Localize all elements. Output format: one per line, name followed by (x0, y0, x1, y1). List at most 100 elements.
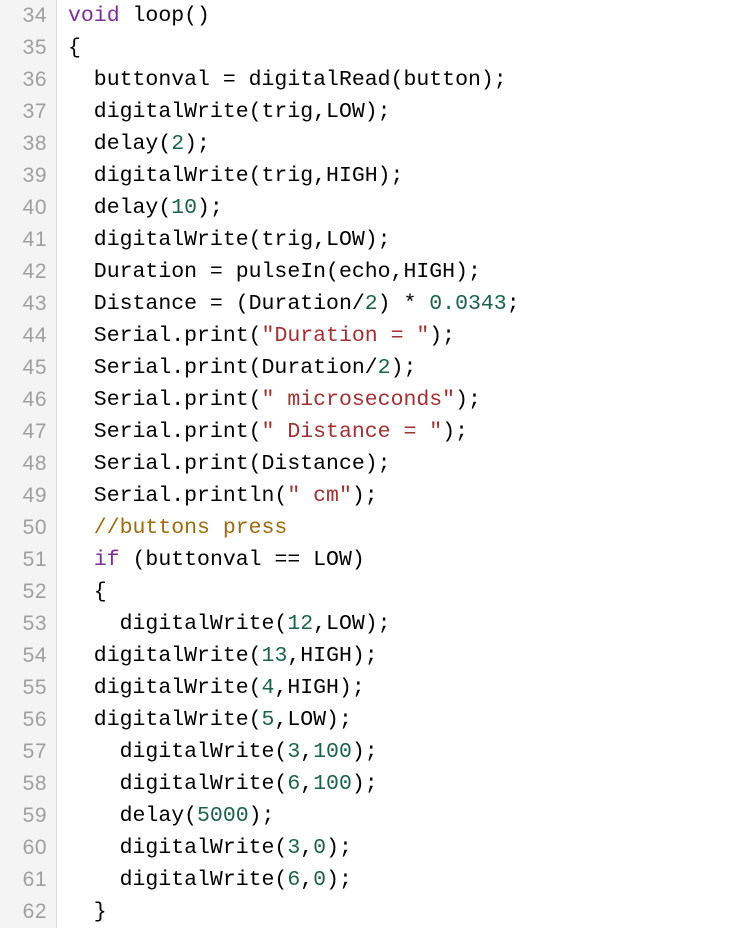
code-text[interactable]: Serial.print(Duration/2); (57, 352, 750, 384)
code-line[interactable]: 46 Serial.print(" microseconds"); (0, 384, 750, 416)
code-text[interactable]: Distance = (Duration/2) * 0.0343; (57, 288, 750, 320)
code-text[interactable]: delay(2); (57, 128, 750, 160)
code-text[interactable]: Serial.print(Distance); (57, 448, 750, 480)
token-plain: delay( (68, 196, 172, 220)
line-number: 42 (0, 256, 57, 288)
code-text[interactable]: Duration = pulseIn(echo,HIGH); (57, 256, 750, 288)
token-plain: { (68, 580, 107, 604)
token-string: " microseconds" (261, 388, 456, 412)
code-line[interactable]: 47 Serial.print(" Distance = "); (0, 416, 750, 448)
line-number: 56 (0, 704, 57, 736)
line-number: 62 (0, 896, 57, 928)
code-line[interactable]: 44 Serial.print("Duration = "); (0, 320, 750, 352)
line-number: 53 (0, 608, 57, 640)
token-plain: Duration = pulseIn(echo,HIGH); (68, 260, 481, 284)
code-line[interactable]: 40 delay(10); (0, 192, 750, 224)
token-plain: Serial.print( (68, 420, 262, 444)
code-line[interactable]: 59 delay(5000); (0, 800, 750, 832)
token-plain: } (68, 900, 107, 924)
code-line[interactable]: 34 void loop() (0, 0, 750, 32)
code-line[interactable]: 37 digitalWrite(trig,LOW); (0, 96, 750, 128)
code-text[interactable]: digitalWrite(trig,LOW); (57, 96, 750, 128)
code-line[interactable]: 42 Duration = pulseIn(echo,HIGH); (0, 256, 750, 288)
code-line[interactable]: 48 Serial.print(Distance); (0, 448, 750, 480)
code-text[interactable]: digitalWrite(6,100); (57, 768, 750, 800)
code-line[interactable]: 39 digitalWrite(trig,HIGH); (0, 160, 750, 192)
token-plain: delay( (68, 804, 198, 828)
code-line[interactable]: 41 digitalWrite(trig,LOW); (0, 224, 750, 256)
code-text[interactable]: { (57, 576, 750, 608)
token-plain: ) * (377, 292, 430, 316)
code-text[interactable]: digitalWrite(12,LOW); (57, 608, 750, 640)
token-plain: Serial.print( (68, 324, 262, 348)
code-line[interactable]: 55 digitalWrite(4,HIGH); (0, 672, 750, 704)
token-plain: digitalWrite( (68, 612, 288, 636)
code-line[interactable]: 57 digitalWrite(3,100); (0, 736, 750, 768)
code-text[interactable]: Serial.print(" microseconds"); (57, 384, 750, 416)
code-text[interactable]: //buttons press (57, 512, 750, 544)
line-number: 58 (0, 768, 57, 800)
token-string: " cm" (287, 484, 352, 508)
code-text[interactable]: { (57, 32, 750, 64)
token-plain: ); (326, 868, 352, 892)
token-plain: { (68, 36, 81, 60)
code-line[interactable]: 43 Distance = (Duration/2) * 0.0343; (0, 288, 750, 320)
line-number: 54 (0, 640, 57, 672)
code-text[interactable]: Serial.print(" Distance = "); (57, 416, 750, 448)
token-number: 12 (287, 612, 314, 636)
code-line[interactable]: 56 digitalWrite(5,LOW); (0, 704, 750, 736)
code-text[interactable]: digitalWrite(3,100); (57, 736, 750, 768)
code-editor[interactable]: 34 void loop() 35 {36 buttonval = digitalRe… (0, 0, 750, 932)
code-text[interactable]: digitalWrite(5,LOW); (57, 704, 750, 736)
code-text[interactable]: digitalWrite(13,HIGH); (57, 640, 750, 672)
code-line[interactable]: 50 //buttons press (0, 512, 750, 544)
code-text[interactable]: if (buttonval == LOW) (57, 544, 750, 576)
code-text[interactable]: buttonval = digitalRead(button); (57, 64, 750, 96)
token-number: 10 (171, 196, 198, 220)
token-plain: Serial.println( (68, 484, 288, 508)
code-text[interactable]: Serial.print("Duration = "); (57, 320, 750, 352)
code-line[interactable]: 58 digitalWrite(6,100); (0, 768, 750, 800)
code-line[interactable]: 38 delay(2); (0, 128, 750, 160)
code-text[interactable]: digitalWrite(6,0); (57, 864, 750, 896)
code-line[interactable]: 53 digitalWrite(12,LOW); (0, 608, 750, 640)
token-number: 0.0343 (429, 292, 507, 316)
line-number: 61 (0, 864, 57, 896)
token-plain: loop() (119, 4, 210, 28)
code-text[interactable]: delay(5000); (57, 800, 750, 832)
token-plain: Serial.print(Duration/ (68, 356, 378, 380)
line-number: 35 (0, 32, 57, 64)
token-plain: , (300, 836, 314, 860)
code-line[interactable]: 52 { (0, 576, 750, 608)
token-number: 13 (261, 644, 288, 668)
code-line[interactable]: 36 buttonval = digitalRead(button); (0, 64, 750, 96)
code-text[interactable]: digitalWrite(4,HIGH); (57, 672, 750, 704)
token-plain: buttonval = digitalRead(button); (68, 68, 507, 92)
code-line[interactable]: 35 { (0, 32, 750, 64)
token-number: 5 (261, 708, 275, 732)
token-plain: Distance = (Duration/ (68, 292, 365, 316)
code-line[interactable]: 49 Serial.println(" cm"); (0, 480, 750, 512)
code-text[interactable]: Serial.println(" cm"); (57, 480, 750, 512)
token-plain: ); (390, 356, 417, 380)
code-line[interactable]: 62 } (0, 896, 750, 928)
code-line-list: 34 void loop() 35 {36 buttonval = digitalRe… (0, 0, 750, 928)
line-number: 57 (0, 736, 57, 768)
code-text[interactable]: digitalWrite(trig,LOW); (57, 224, 750, 256)
code-line[interactable]: 60 digitalWrite(3,0); (0, 832, 750, 864)
code-line[interactable]: 51 if (buttonval == LOW) (0, 544, 750, 576)
code-text[interactable]: delay(10); (57, 192, 750, 224)
code-text[interactable]: void loop() (57, 0, 750, 32)
code-text[interactable]: } (57, 896, 750, 928)
code-text[interactable]: digitalWrite(3,0); (57, 832, 750, 864)
line-number: 59 (0, 800, 57, 832)
code-text[interactable]: digitalWrite(trig,HIGH); (57, 160, 750, 192)
code-line[interactable]: 45 Serial.print(Duration/2); (0, 352, 750, 384)
token-number: 2 (364, 292, 378, 316)
code-line[interactable]: 54 digitalWrite(13,HIGH); (0, 640, 750, 672)
line-number: 50 (0, 512, 57, 544)
code-line[interactable]: 61 digitalWrite(6,0); (0, 864, 750, 896)
line-number: 60 (0, 832, 57, 864)
token-plain: digitalWrite( (68, 740, 288, 764)
